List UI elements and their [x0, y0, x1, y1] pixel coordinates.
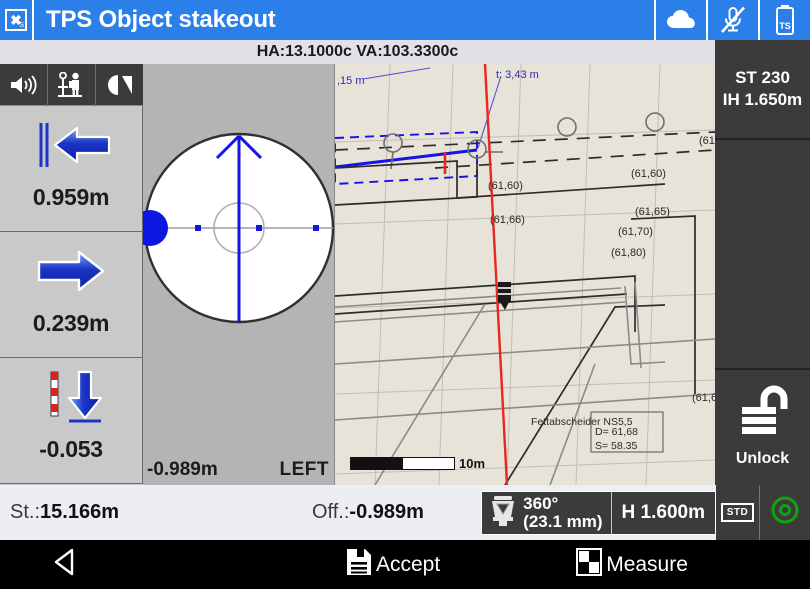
map-elev-label: (61,70) — [618, 226, 653, 238]
left-toolbar — [0, 64, 143, 106]
sound-icon[interactable] — [0, 64, 48, 106]
app-logo: ✖ S — [0, 0, 34, 40]
measure-button[interactable]: Measure — [575, 547, 688, 582]
map-elev-label: (61 — [699, 135, 715, 147]
compass-graphic — [132, 132, 335, 324]
stakeout-compass[interactable]: -0.989m LEFT — [132, 64, 335, 485]
edm-status-button[interactable] — [760, 485, 810, 540]
map-scalebar: 10m — [350, 456, 485, 471]
target-height[interactable]: H 1.600m — [612, 492, 715, 534]
arrow-left-to-line-icon — [0, 106, 142, 184]
arrow-right-icon — [0, 232, 142, 310]
mode-badge: STD — [720, 503, 755, 522]
left-panel: 0.959m 0.239m -0.053 — [0, 64, 143, 485]
svg-text:D= 61,68: D= 61,68 — [595, 426, 638, 438]
offset-readout: Off.:-0.989m — [312, 501, 424, 524]
station-distance-value: 15.166m — [40, 501, 119, 523]
sidebar-spacer — [715, 140, 810, 370]
battery-ts-icon[interactable]: TS — [758, 0, 810, 40]
prism-constant: (23.1 mm) — [523, 511, 603, 531]
microphone-muted-icon[interactable] — [706, 0, 758, 40]
station-info[interactable]: ST 230 IH 1.650m — [715, 40, 810, 140]
map-elev-label: (61,60) — [631, 168, 666, 180]
display-contrast-icon[interactable] — [96, 64, 143, 106]
right-sidebar: ST 230 IH 1.650m Unlock — [715, 40, 810, 485]
measure-label: Measure — [606, 552, 688, 576]
edm-green-icon — [771, 496, 799, 529]
station-distance-label: St.: — [10, 501, 41, 523]
svg-text:TS: TS — [779, 21, 791, 31]
station-name: ST 230 — [735, 68, 790, 87]
app-root: ✖ S TPS Object stakeout TS HA:13.1000c V… — [0, 0, 810, 589]
surveyor-pole-icon[interactable] — [48, 64, 96, 106]
delta-left-value: 0.959m — [32, 184, 110, 210]
angle-header: HA:13.1000c VA:103.3300c — [0, 40, 715, 64]
map-elev-label: (61,66 — [692, 392, 715, 404]
leica-x-logo-icon: ✖ S — [5, 9, 27, 31]
status-right-group: 360° (23.1 mm) H 1.600m STD — [481, 485, 810, 540]
bottom-nav-bar: Accept Measure — [0, 540, 810, 589]
accept-button[interactable]: Accept — [345, 547, 440, 582]
cloud-icon[interactable] — [654, 0, 706, 40]
delta-height[interactable]: -0.053 — [0, 358, 143, 484]
target-height-value: H 1.600m — [621, 501, 705, 523]
status-bar: St.:15.166m Off.:-0.989m 360° (23.1 mm) … — [0, 485, 810, 540]
offset-value: -0.989m — [349, 501, 424, 523]
unlock-label: Unlock — [735, 450, 790, 467]
scalebar-bar — [350, 457, 455, 470]
delta-right[interactable]: 0.239m — [0, 232, 143, 358]
delta-height-value: -0.053 — [39, 436, 103, 462]
unlocked-padlock-icon — [734, 385, 792, 444]
map-elev-label: (61,60) — [488, 180, 523, 192]
back-triangle-icon — [52, 548, 78, 581]
status-icon-group: STD — [716, 485, 810, 540]
compass-readout: -0.989m LEFT — [143, 455, 335, 485]
map-elev-label: (61,66) — [490, 214, 525, 226]
map-view[interactable]: ,15 m t: 3,43 m (61,60) (61,66) (61,60) … — [335, 64, 715, 485]
compass-direction-label: LEFT — [279, 459, 329, 480]
map-elev-label: (61,65) — [635, 206, 670, 218]
scalebar-label: 10m — [459, 456, 486, 471]
back-button[interactable] — [0, 548, 130, 581]
compass-offset-value: -0.989m — [147, 459, 218, 480]
measure-checker-icon — [575, 547, 603, 582]
svg-text:S= 58.35: S= 58.35 — [595, 440, 637, 452]
prism-selector[interactable]: 360° (23.1 mm) — [482, 491, 612, 534]
cad-drawing: ,15 m t: 3,43 m (61,60) (61,66) (61,60) … — [335, 64, 715, 485]
measure-mode-button[interactable]: STD — [716, 485, 760, 540]
map-elev-label: (61,80) — [611, 247, 646, 259]
angle-readout: HA:13.1000c VA:103.3300c — [256, 43, 459, 60]
unlock-button[interactable]: Unlock — [715, 370, 810, 483]
offset-label: Off.: — [311, 501, 350, 523]
page-title: TPS Object stakeout — [46, 6, 276, 33]
title-bar-icons: TS — [654, 0, 810, 40]
map-dim-label-1: ,15 m — [337, 75, 365, 87]
delta-right-value: 0.239m — [32, 310, 110, 336]
accept-label: Accept — [376, 552, 441, 576]
arrow-down-rod-icon — [0, 358, 142, 436]
save-floppy-icon — [345, 547, 373, 582]
delta-left[interactable]: 0.959m — [0, 106, 143, 232]
prism-360-icon — [488, 492, 518, 533]
prism-info: 360° (23.1 mm) — [523, 493, 603, 531]
title-bar: ✖ S TPS Object stakeout TS — [0, 0, 810, 40]
target-settings-group: 360° (23.1 mm) H 1.600m — [481, 490, 716, 535]
station-distance: St.:15.166m — [10, 501, 119, 524]
map-dim-label-2: t: 3,43 m — [496, 69, 539, 81]
prism-type: 360° — [523, 493, 559, 513]
instrument-height: IH 1.650m — [722, 90, 803, 109]
